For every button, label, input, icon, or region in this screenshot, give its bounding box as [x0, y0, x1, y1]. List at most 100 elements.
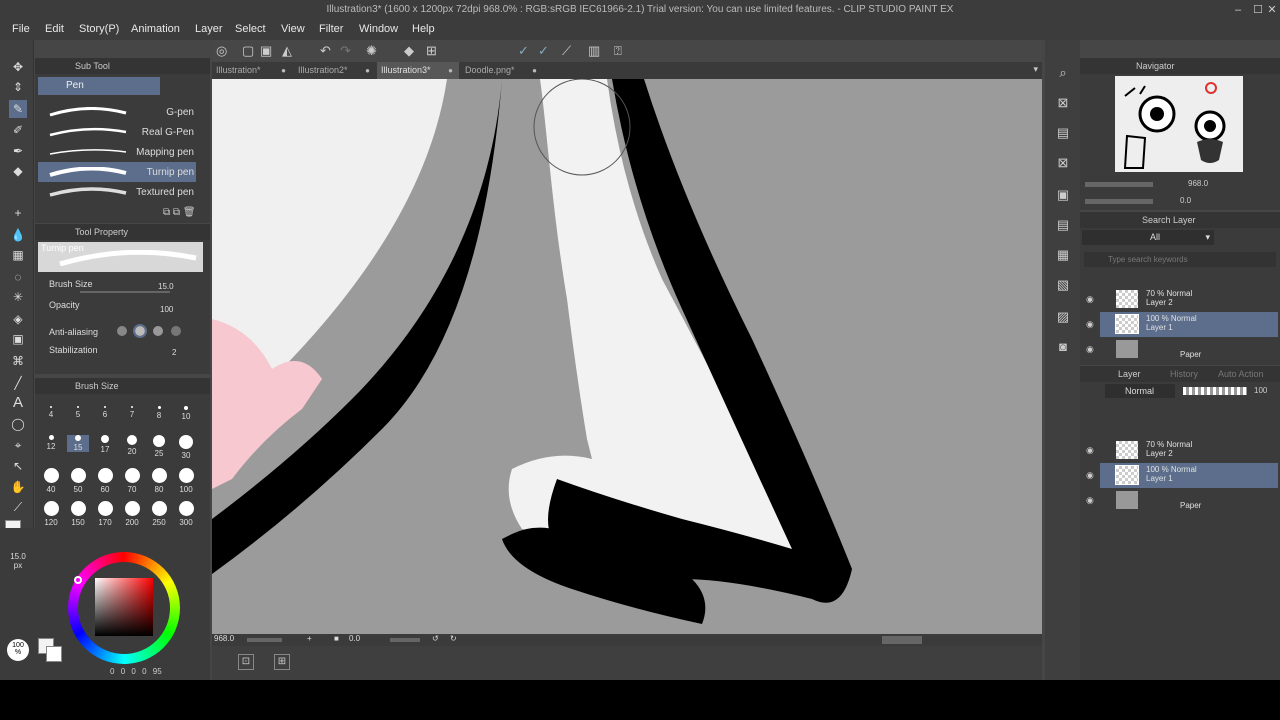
text-tool-icon[interactable]: A	[9, 394, 27, 412]
horizontal-scrollbar[interactable]	[882, 636, 922, 644]
layer-opacity-value[interactable]: 100	[1254, 386, 1267, 395]
camera-icon[interactable]: ◙	[1054, 338, 1072, 356]
menu-help[interactable]: Help	[412, 23, 435, 35]
brush-size-option[interactable]: 10	[175, 406, 197, 421]
auto-select-icon[interactable]: ✳	[9, 288, 27, 306]
close-button[interactable]: ✕	[1262, 0, 1280, 20]
navigator-zoom-slider[interactable]	[1085, 182, 1153, 187]
figure-tool-icon[interactable]: ▦	[9, 246, 27, 264]
brush-size-option[interactable]: 40	[40, 468, 62, 494]
brush-size-option[interactable]: 25	[148, 435, 170, 458]
correct-line-icon[interactable]: ⌘	[9, 352, 27, 370]
visibility-eye-icon[interactable]: ◉	[1086, 445, 1094, 456]
rotate-slider[interactable]	[390, 638, 420, 642]
gradient-tool-icon[interactable]: ▣	[9, 330, 27, 348]
redo-icon[interactable]: ↷	[340, 43, 351, 59]
brush-size-option[interactable]: 4	[40, 406, 62, 419]
saturation-value-square[interactable]	[95, 578, 153, 636]
sub-tool-actions[interactable]: ⧉ ⧉ 🗑	[163, 207, 196, 218]
balloon-tool-icon[interactable]: ◯	[9, 415, 27, 433]
visibility-eye-icon[interactable]: ◉	[1086, 319, 1094, 330]
brush-size-option[interactable]: 8	[148, 406, 170, 420]
sub-color-chip[interactable]	[46, 646, 62, 662]
menu-animation[interactable]: Animation	[131, 23, 180, 35]
fit-icon[interactable]: ■	[334, 634, 339, 643]
brush-turnip-pen[interactable]: Turnip pen	[38, 162, 196, 182]
material-icon[interactable]: ▤	[1054, 124, 1072, 142]
brush-size-option[interactable]: 5	[67, 406, 89, 419]
brush-size-option[interactable]: 17	[94, 435, 116, 454]
zoom-slider[interactable]	[247, 638, 282, 642]
navigator-zoom[interactable]: 968.0	[1188, 179, 1208, 188]
item-bank-icon[interactable]: ▨	[1054, 308, 1072, 326]
blend-tool-icon[interactable]: 💧	[9, 226, 27, 244]
brush-size-option[interactable]: 15	[67, 435, 89, 452]
ruler-icon[interactable]: ⟋	[562, 43, 571, 59]
help-icon[interactable]: ⍰	[614, 43, 622, 59]
brush-g-pen[interactable]: G-pen	[38, 102, 196, 122]
tab-close-icon[interactable]: ●	[281, 62, 286, 79]
brush-size-option[interactable]: 150	[67, 501, 89, 527]
tab-close-icon[interactable]: ●	[448, 62, 453, 79]
menu-edit[interactable]: Edit	[45, 23, 64, 35]
navigator-preview[interactable]	[1115, 76, 1243, 172]
brush-size-option[interactable]: 300	[175, 501, 197, 527]
visibility-eye-icon[interactable]: ◉	[1086, 294, 1094, 305]
search-layer-row[interactable]: 100 % Normal Layer 1	[1100, 312, 1278, 337]
fill-tool-icon[interactable]: ◈	[9, 310, 27, 328]
angle-readout[interactable]: 0.0	[349, 634, 360, 643]
timeline-icon[interactable]: ⊡	[238, 654, 254, 670]
menu-story[interactable]: Story(P)	[79, 23, 119, 35]
menu-select[interactable]: Select	[235, 23, 266, 35]
tab-close-icon[interactable]: ●	[365, 62, 370, 79]
brush-textured-pen[interactable]: Textured pen	[38, 182, 196, 202]
navigator-angle[interactable]: 0.0	[1180, 196, 1191, 205]
menu-view[interactable]: View	[281, 23, 305, 35]
snap-special-icon[interactable]: ✓	[538, 43, 549, 59]
tab-illustration2[interactable]: Illustration2* ●	[294, 62, 376, 79]
brush-size-option[interactable]: 80	[148, 468, 170, 494]
minimize-button[interactable]: –	[1228, 0, 1248, 20]
tab-menu-icon[interactable]: ▾	[1033, 64, 1038, 75]
clear-icon[interactable]: ✺	[366, 43, 377, 59]
menu-window[interactable]: Window	[359, 23, 398, 35]
anti-aliasing-options[interactable]	[117, 324, 197, 338]
hue-marker[interactable]	[74, 576, 82, 584]
visibility-eye-icon[interactable]: ◉	[1086, 344, 1094, 355]
sub-tool-group-pen[interactable]: Pen	[38, 77, 160, 95]
frame-tool-icon[interactable]: ⌖	[9, 436, 27, 454]
transform-icon[interactable]: ⊞	[426, 43, 437, 59]
lasso-tool-icon[interactable]: ◌	[9, 268, 27, 286]
tab-doodle[interactable]: Doodle.png* ●	[461, 62, 543, 79]
brush-size-option[interactable]: 7	[121, 406, 143, 419]
sub-view-icon[interactable]: ▧	[1054, 276, 1072, 294]
opacity-value[interactable]: 100	[160, 305, 173, 314]
eraser-tool-icon[interactable]: ◆	[9, 162, 27, 180]
brush-size-option[interactable]: 20	[121, 435, 143, 456]
color-set-icon[interactable]: ▤	[1054, 216, 1072, 234]
snap-ruler-icon[interactable]: ✓	[518, 43, 529, 59]
canvas[interactable]	[212, 79, 1042, 634]
grid-icon[interactable]: ▥	[588, 43, 600, 59]
menu-layer[interactable]: Layer	[195, 23, 223, 35]
brush-size-option[interactable]: 6	[94, 406, 116, 419]
search-layer-row[interactable]: Paper	[1100, 337, 1278, 362]
fill-icon[interactable]: ◆	[404, 43, 414, 59]
save-icon[interactable]: ◭	[282, 43, 292, 59]
search-icon[interactable]: ⌕	[1054, 64, 1072, 82]
tab-history[interactable]: History	[1170, 366, 1198, 382]
navigator-rotate-slider[interactable]	[1085, 199, 1153, 204]
brush-size-option[interactable]: 60	[94, 468, 116, 494]
history-icon[interactable]: ▦	[1054, 246, 1072, 264]
hand-tool-icon[interactable]: ✋	[9, 478, 27, 496]
operation-tool-icon[interactable]: +	[9, 204, 27, 222]
tab-illustration[interactable]: Illustration* ●	[212, 62, 292, 79]
brush-size-option[interactable]: 170	[94, 501, 116, 527]
brush-size-option[interactable]: 120	[40, 501, 62, 527]
rotate-right-icon[interactable]: ↻	[450, 634, 457, 643]
visibility-eye-icon[interactable]: ◉	[1086, 470, 1094, 481]
brush-size-option[interactable]: 30	[175, 435, 197, 460]
layer-search-input[interactable]: Type search keywords	[1084, 252, 1276, 267]
rotate-left-icon[interactable]: ↺	[432, 634, 439, 643]
object-tool-icon[interactable]: ↖	[9, 457, 27, 475]
